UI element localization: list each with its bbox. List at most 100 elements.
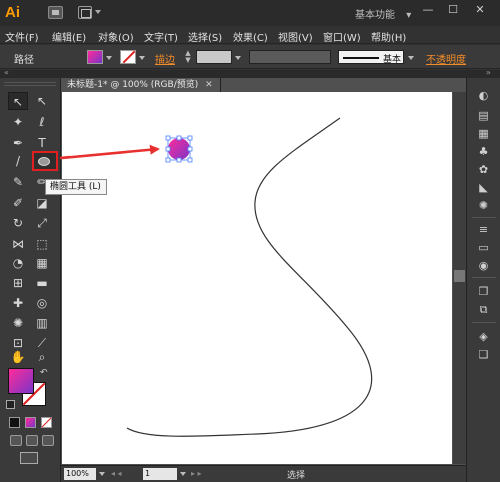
chevron-down-icon[interactable]: [408, 56, 414, 60]
stroke-weight-spinner[interactable]: ▲ ▼: [183, 50, 193, 64]
maximize-button[interactable]: ☐: [443, 0, 463, 20]
paintbrush-tool-icon[interactable]: ✎: [8, 173, 28, 191]
zoom-select[interactable]: 100%: [64, 468, 96, 480]
brush-definition-select[interactable]: 基本: [338, 50, 404, 65]
menu-type[interactable]: 文字(T): [144, 29, 178, 44]
layers-icon[interactable]: ❐: [475, 284, 492, 300]
variable-width-profile[interactable]: [249, 50, 331, 64]
zoom-tool-icon[interactable]: ⌕: [32, 348, 52, 366]
selection-handle[interactable]: [176, 135, 182, 141]
fill-color-box[interactable]: [8, 368, 34, 394]
swap-fill-stroke-icon[interactable]: ↶: [40, 368, 48, 378]
chevron-down-icon[interactable]: [180, 472, 186, 476]
mesh-tool-icon[interactable]: ⊞: [8, 274, 28, 292]
menu-help[interactable]: 帮助(H): [371, 29, 406, 44]
screen-mode-icon[interactable]: [20, 452, 38, 464]
expand-panels-icon[interactable]: »: [486, 68, 491, 77]
none-mode-button[interactable]: [41, 417, 52, 428]
selection-handle[interactable]: [187, 157, 193, 163]
transparency-panel-icon[interactable]: ◉: [475, 258, 492, 274]
workspace-switcher[interactable]: 基本功能 ▾: [355, 6, 411, 21]
selection-handle[interactable]: [187, 146, 193, 152]
pen-tool-icon[interactable]: ✒: [8, 134, 28, 152]
free-transform-tool-icon[interactable]: ⬚: [32, 235, 52, 253]
gradient-ellipse[interactable]: [168, 138, 190, 160]
scrollbar-thumb[interactable]: [454, 270, 465, 282]
menu-effect[interactable]: 效果(C): [233, 29, 268, 44]
chevron-down-icon[interactable]: [235, 56, 241, 60]
color-mode-button[interactable]: [9, 417, 20, 428]
artboard[interactable]: [62, 92, 452, 464]
chevron-down-icon[interactable]: [95, 10, 101, 14]
chevron-down-icon[interactable]: [106, 56, 112, 60]
selection-handle[interactable]: [176, 157, 182, 163]
draw-behind-icon[interactable]: [26, 435, 38, 446]
hand-tool-icon[interactable]: ✋: [8, 348, 28, 366]
brushes-icon[interactable]: ♣: [475, 144, 492, 160]
lasso-tool-icon[interactable]: ℓ: [32, 113, 52, 131]
transform-icon[interactable]: ❑: [475, 347, 492, 363]
appearance-icon[interactable]: ✺: [475, 198, 492, 214]
type-tool-icon[interactable]: T: [32, 134, 52, 152]
graphic-styles-icon[interactable]: ◣: [475, 180, 492, 196]
column-graph-tool-icon[interactable]: ▥: [32, 314, 52, 332]
selection-handle[interactable]: [165, 146, 171, 152]
stroke-panel-link[interactable]: 描边: [155, 51, 175, 66]
selection-handle[interactable]: [187, 135, 193, 141]
ellipse-tool-icon[interactable]: [32, 151, 58, 171]
collapse-tools-icon[interactable]: «: [4, 68, 9, 77]
panel-grip[interactable]: [4, 82, 56, 86]
next-artboard-icon[interactable]: ▸ ▸: [191, 468, 202, 480]
width-tool-icon[interactable]: ⋈: [8, 235, 28, 253]
blob-brush-tool-icon[interactable]: ✐: [8, 194, 28, 212]
perspective-grid-tool-icon[interactable]: ▦: [32, 254, 52, 272]
blend-tool-icon[interactable]: ◎: [32, 294, 52, 312]
eraser-tool-icon[interactable]: ◪: [32, 194, 52, 212]
color-panel-icon[interactable]: ◐: [475, 88, 492, 104]
rotate-tool-icon[interactable]: ↻: [8, 214, 28, 232]
scale-tool-icon[interactable]: ⤢: [32, 214, 52, 232]
chevron-down-icon[interactable]: [99, 472, 105, 476]
fill-color-swatch[interactable]: [87, 50, 103, 64]
menu-object[interactable]: 对象(O): [98, 29, 134, 44]
gradient-panel-icon[interactable]: ▭: [475, 240, 492, 256]
stroke-weight-field[interactable]: [196, 50, 232, 64]
bridge-icon[interactable]: [48, 6, 63, 19]
selection-handle[interactable]: [165, 135, 171, 141]
align-icon[interactable]: ◈: [475, 329, 492, 345]
magic-wand-tool-icon[interactable]: ✦: [8, 113, 28, 131]
symbols-icon[interactable]: ✿: [475, 162, 492, 178]
direct-selection-tool-icon[interactable]: ↖: [32, 92, 52, 110]
symbol-sprayer-tool-icon[interactable]: ✺: [8, 314, 28, 332]
selection-tool-icon[interactable]: ↖: [8, 92, 28, 110]
default-colors-icon[interactable]: [6, 400, 15, 409]
arrange-documents-icon[interactable]: [78, 6, 92, 19]
close-icon[interactable]: ✕: [205, 80, 213, 90]
gradient-tool-icon[interactable]: ▬: [32, 274, 52, 292]
document-tab[interactable]: 未标题-1* @ 100% (RGB/预览) ✕: [61, 78, 221, 93]
eyedropper-tool-icon[interactable]: ✚: [8, 294, 28, 312]
menu-edit[interactable]: 编辑(E): [52, 29, 86, 44]
artboards-icon[interactable]: ⧉: [475, 302, 492, 318]
gradient-mode-button[interactable]: [25, 417, 36, 428]
artboard-number-select[interactable]: 1: [143, 468, 177, 480]
color-guide-icon[interactable]: ▤: [475, 108, 492, 124]
draw-inside-icon[interactable]: [42, 435, 54, 446]
opacity-panel-link[interactable]: 不透明度: [426, 51, 466, 66]
line-tool-icon[interactable]: /: [8, 152, 28, 170]
curved-path[interactable]: [126, 117, 373, 437]
close-button[interactable]: ✕: [470, 0, 490, 20]
menu-window[interactable]: 窗口(W): [323, 29, 361, 44]
vertical-scrollbar[interactable]: [453, 92, 466, 464]
selection-handle[interactable]: [165, 157, 171, 163]
chevron-down-icon[interactable]: [139, 56, 145, 60]
shape-builder-tool-icon[interactable]: ◔: [8, 254, 28, 272]
menu-select[interactable]: 选择(S): [188, 29, 222, 44]
menu-file[interactable]: 文件(F): [5, 29, 39, 44]
menu-view[interactable]: 视图(V): [278, 29, 313, 44]
draw-normal-icon[interactable]: [10, 435, 22, 446]
swatches-icon[interactable]: ▦: [475, 126, 492, 142]
prev-artboard-icon[interactable]: ◂ ◂: [111, 468, 122, 480]
stroke-color-swatch[interactable]: [120, 50, 136, 64]
minimize-button[interactable]: —: [418, 0, 438, 20]
